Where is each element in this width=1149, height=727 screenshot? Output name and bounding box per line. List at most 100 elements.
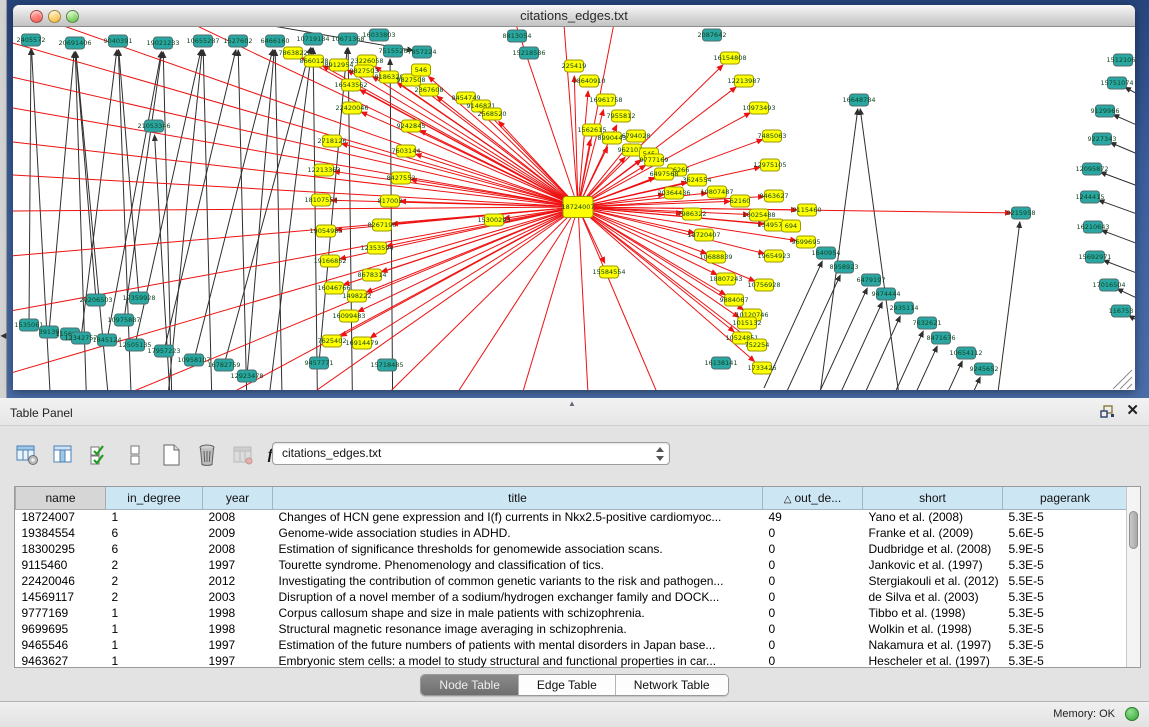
graph-node[interactable]: 19054985 bbox=[309, 225, 342, 237]
graph-node[interactable]: 15692971 bbox=[1078, 251, 1111, 263]
graph-node[interactable]: 9040391 bbox=[104, 35, 133, 47]
table-cell[interactable]: Dudbridge et al. (2008) bbox=[863, 541, 1003, 557]
graph-node[interactable]: 8215958 bbox=[1007, 207, 1036, 219]
graph-node[interactable]: 10655287 bbox=[186, 35, 219, 47]
graph-node[interactable]: 3624554 bbox=[683, 174, 712, 186]
graph-node[interactable]: 116753 bbox=[1109, 305, 1134, 317]
graph-node[interactable]: 694 bbox=[782, 220, 801, 232]
graph-node[interactable]: 7986322 bbox=[678, 208, 707, 220]
table-cell[interactable]: de Silva et al. (2003) bbox=[863, 589, 1003, 605]
table-cell[interactable]: 1 bbox=[106, 509, 203, 525]
table-cell[interactable]: 5.6E-5 bbox=[1003, 525, 1128, 541]
graph-node[interactable]: 18640910 bbox=[572, 75, 605, 87]
graph-node[interactable]: 15718485 bbox=[370, 359, 403, 371]
graph-node[interactable]: 16782759 bbox=[207, 359, 240, 371]
graph-node[interactable]: 10975887 bbox=[107, 314, 140, 326]
table-row[interactable]: 911546021997Tourette syndrome. Phenomeno… bbox=[16, 557, 1128, 573]
table-cell[interactable]: Wolkin et al. (1998) bbox=[863, 621, 1003, 637]
graph-node[interactable]: 8813054 bbox=[503, 30, 532, 42]
graph-node[interactable]: 8427552 bbox=[387, 172, 416, 184]
graph-node[interactable]: 1845124 bbox=[93, 334, 122, 346]
graph-node[interactable]: 2405572 bbox=[17, 34, 46, 46]
table-cell[interactable]: 2008 bbox=[203, 541, 273, 557]
graph-node[interactable]: 20364436 bbox=[657, 187, 690, 199]
tab-network-table[interactable]: Network Table bbox=[616, 675, 728, 695]
table-cell[interactable]: 0 bbox=[763, 653, 863, 669]
graph-node[interactable]: 17016504 bbox=[1092, 279, 1125, 291]
graph-node[interactable]: 9129966 bbox=[1091, 105, 1120, 117]
table-cell[interactable]: Jankovic et al. (1997) bbox=[863, 557, 1003, 573]
graph-node[interactable]: 7515526 bbox=[379, 45, 408, 57]
select-all-icon[interactable] bbox=[86, 441, 112, 469]
graph-node[interactable]: 12923478 bbox=[230, 370, 263, 382]
table-cell[interactable]: Genome-wide association studies in ADHD. bbox=[273, 525, 763, 541]
graph-node[interactable]: 9777169 bbox=[640, 154, 669, 166]
graph-node[interactable]: 10973493 bbox=[742, 102, 775, 114]
graph-node[interactable]: 9474444 bbox=[872, 288, 901, 300]
table-cell[interactable]: 1997 bbox=[203, 557, 273, 573]
canvas-resize-grip[interactable] bbox=[1113, 370, 1132, 389]
table-cell[interactable]: Estimation of the future numbers of pati… bbox=[273, 637, 763, 653]
graph-node[interactable]: 2087642 bbox=[698, 29, 727, 41]
table-cell[interactable]: Tourette syndrome. Phenomenology and cla… bbox=[273, 557, 763, 573]
network-graph[interactable]: 7863822866012889129542322605898275031654… bbox=[13, 27, 1135, 390]
graph-node[interactable]: 16961758 bbox=[589, 94, 622, 106]
table-cell[interactable]: 0 bbox=[763, 525, 863, 541]
graph-node[interactable]: 15584554 bbox=[592, 266, 625, 278]
column-header-name[interactable]: name bbox=[16, 487, 106, 509]
table-cell[interactable]: 0 bbox=[763, 605, 863, 621]
table-cell[interactable]: Hescheler et al. (1997) bbox=[863, 653, 1003, 669]
table-cell[interactable]: 9115460 bbox=[16, 557, 106, 573]
table-cell[interactable]: Disruption of a novel member of a sodium… bbox=[273, 589, 763, 605]
graph-node[interactable]: 17359928 bbox=[122, 292, 155, 304]
table-row[interactable]: 2242004622012Investigating the contribut… bbox=[16, 573, 1128, 589]
table-row[interactable]: 1872400712008Changes of HCN gene express… bbox=[16, 509, 1128, 525]
table-cell[interactable]: 0 bbox=[763, 589, 863, 605]
table-cell[interactable]: 9777169 bbox=[16, 605, 106, 621]
graph-node[interactable]: 6479197 bbox=[857, 274, 886, 286]
table-cell[interactable]: 18300295 bbox=[16, 541, 106, 557]
table-cell[interactable]: 2 bbox=[106, 589, 203, 605]
graph-node[interactable]: 2367608 bbox=[415, 84, 444, 96]
column-settings-icon[interactable] bbox=[14, 441, 40, 469]
graph-node[interactable]: 62160 bbox=[730, 195, 751, 207]
table-cell[interactable]: 1 bbox=[106, 621, 203, 637]
graph-node[interactable]: 8958923 bbox=[830, 261, 859, 273]
table-cell[interactable]: 1997 bbox=[203, 653, 273, 669]
table-cell[interactable]: 2 bbox=[106, 557, 203, 573]
graph-node[interactable]: 16210643 bbox=[1076, 221, 1109, 233]
graph-node[interactable]: 12353594 bbox=[360, 242, 393, 254]
graph-node[interactable]: 817003 bbox=[378, 195, 403, 207]
table-cell[interactable]: 22420046 bbox=[16, 573, 106, 589]
table-row[interactable]: 969969511998Structural magnetic resonanc… bbox=[16, 621, 1128, 637]
tab-edge-table[interactable]: Edge Table bbox=[519, 675, 616, 695]
graph-node[interactable]: 9884067 bbox=[720, 294, 749, 306]
table-row[interactable]: 977716911998Corpus callosum shape and si… bbox=[16, 605, 1128, 621]
table-cell[interactable]: Franke et al. (2009) bbox=[863, 525, 1003, 541]
table-cell[interactable]: 0 bbox=[763, 573, 863, 589]
table-cell[interactable]: 49 bbox=[763, 509, 863, 525]
table-cell[interactable]: 1 bbox=[106, 637, 203, 653]
table-cell[interactable]: Changes of HCN gene expression and I(f) … bbox=[273, 509, 763, 525]
table-cell[interactable]: 5.3E-5 bbox=[1003, 605, 1128, 621]
table-cell[interactable]: 9465546 bbox=[16, 637, 106, 653]
scroll-left-icon[interactable]: ◀ bbox=[0, 331, 7, 341]
graph-node[interactable]: 21053346 bbox=[137, 120, 170, 132]
table-cell[interactable]: 18724007 bbox=[16, 509, 106, 525]
table-cell[interactable]: 9699695 bbox=[16, 621, 106, 637]
select-columns-icon[interactable] bbox=[50, 441, 76, 469]
graph-node[interactable]: 546 bbox=[412, 64, 431, 76]
graph-node[interactable]: 17957223 bbox=[147, 345, 180, 357]
table-row[interactable]: 1938455462009Genome-wide association stu… bbox=[16, 525, 1128, 541]
table-cell[interactable]: 5.9E-5 bbox=[1003, 541, 1128, 557]
table-cell[interactable]: 5.3E-5 bbox=[1003, 637, 1128, 653]
column-header-pagerank[interactable]: pagerank bbox=[1003, 487, 1128, 509]
deselect-all-icon[interactable] bbox=[122, 441, 148, 469]
graph-node[interactable]: 7485063 bbox=[758, 130, 787, 142]
graph-node[interactable]: 7603144 bbox=[392, 145, 421, 157]
table-cell[interactable]: Nakamura et al. (1997) bbox=[863, 637, 1003, 653]
table-cell[interactable]: 5.3E-5 bbox=[1003, 653, 1128, 669]
graph-node[interactable]: 18720407 bbox=[687, 229, 720, 241]
graph-node[interactable]: 12975105 bbox=[753, 159, 786, 171]
graph-node[interactable]: 1527602 bbox=[224, 35, 253, 47]
